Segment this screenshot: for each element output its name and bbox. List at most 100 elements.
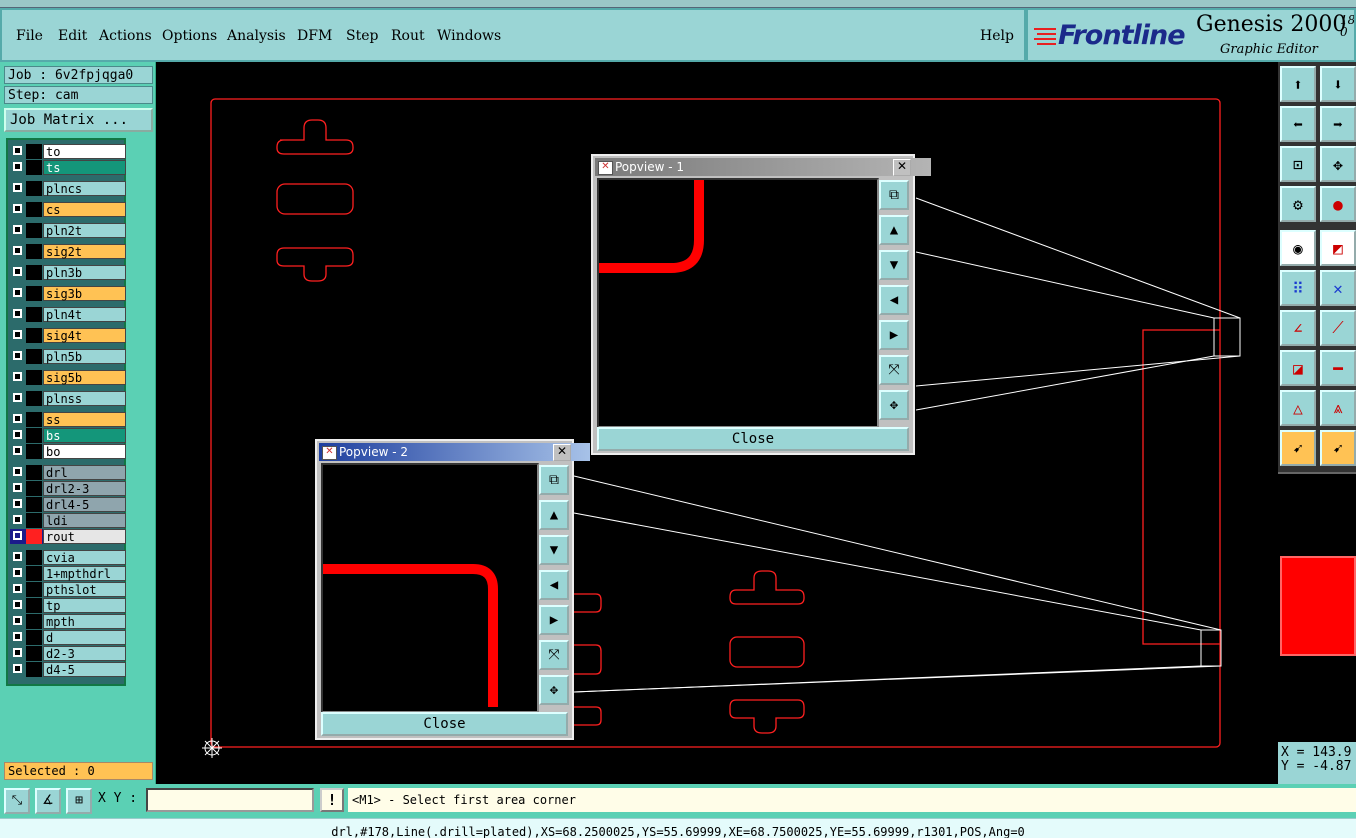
layer-checkbox[interactable] xyxy=(13,584,22,593)
layer-name[interactable]: drl4-5 xyxy=(43,497,126,512)
layer-color-swatch[interactable] xyxy=(26,428,42,443)
layer-row-plnss[interactable]: plnss xyxy=(10,391,126,406)
layer-name[interactable]: drl2-3 xyxy=(43,481,126,496)
layer-color-swatch[interactable] xyxy=(26,662,42,677)
layer-color-swatch[interactable] xyxy=(26,465,42,480)
layer-row-d[interactable]: d xyxy=(10,630,126,645)
layer-checkbox[interactable] xyxy=(13,225,22,234)
layer-checkbox[interactable] xyxy=(13,664,22,673)
layer-name[interactable]: plnss xyxy=(43,391,126,406)
popview-1-close-x-button[interactable]: ✕ xyxy=(893,159,911,176)
layer-color-swatch[interactable] xyxy=(26,497,42,512)
layer-row-sig4t[interactable]: sig4t xyxy=(10,328,126,343)
layer-name[interactable]: pln2t xyxy=(43,223,126,238)
layer-name[interactable]: bo xyxy=(43,444,126,459)
zoom-out-icon[interactable]: ⤧ xyxy=(539,640,569,670)
layer-row-drl[interactable]: drl xyxy=(10,465,126,480)
measure2-icon[interactable]: ⟋ xyxy=(1320,310,1356,346)
layer-row-bs[interactable]: bs xyxy=(10,428,126,443)
layer-checkbox[interactable] xyxy=(13,483,22,492)
layer-row-to[interactable]: to xyxy=(10,144,126,159)
layer-color-swatch[interactable] xyxy=(26,444,42,459)
layer-row-sig2t[interactable]: sig2t xyxy=(10,244,126,259)
layer-color-swatch[interactable] xyxy=(26,181,42,196)
zoom-center-icon[interactable]: ✥ xyxy=(1320,146,1356,182)
menu-help[interactable]: Help xyxy=(980,28,1014,44)
grid-icon[interactable]: ⊞ xyxy=(66,788,92,814)
layer-color-swatch[interactable] xyxy=(26,328,42,343)
layer-checkbox[interactable] xyxy=(13,499,22,508)
menu-windows[interactable]: Windows xyxy=(437,28,501,44)
layer-name[interactable]: pln5b xyxy=(43,349,126,364)
zoom-fit-icon[interactable]: ⊡ xyxy=(1280,146,1316,182)
layer-row-ts[interactable]: ts xyxy=(10,160,126,175)
pan-right-icon[interactable]: ▶ xyxy=(879,320,909,350)
layer-checkbox[interactable] xyxy=(13,246,22,255)
layer-color-swatch[interactable] xyxy=(26,529,42,544)
layer-row-plncs[interactable]: plncs xyxy=(10,181,126,196)
menu-actions[interactable]: Actions xyxy=(99,28,152,44)
pan-left-icon[interactable]: ⬅ xyxy=(1280,106,1316,142)
layer-row-pln2t[interactable]: pln2t xyxy=(10,223,126,238)
layer-checkbox[interactable] xyxy=(13,515,22,524)
layer-row-cs[interactable]: cs xyxy=(10,202,126,217)
layer-name[interactable]: cvia xyxy=(43,550,126,565)
layer-checkbox[interactable] xyxy=(13,648,22,657)
pan-right-icon[interactable]: ▶ xyxy=(539,605,569,635)
layer-row-pthslot[interactable]: pthslot xyxy=(10,582,126,597)
layer-color-swatch[interactable] xyxy=(26,223,42,238)
layer-name[interactable]: tp xyxy=(43,598,126,613)
layer-color-swatch[interactable] xyxy=(26,550,42,565)
layer-color-swatch[interactable] xyxy=(26,646,42,661)
select-pad-icon[interactable]: ◉ xyxy=(1280,230,1316,266)
layer-row-tp[interactable]: tp xyxy=(10,598,126,613)
layer-color-swatch[interactable] xyxy=(26,286,42,301)
layer-checkbox[interactable] xyxy=(13,467,22,476)
layer-row-1+mpthdrl[interactable]: 1+mpthdrl xyxy=(10,566,126,581)
layer-color-swatch[interactable] xyxy=(26,412,42,427)
pan-left-icon[interactable]: ◀ xyxy=(539,570,569,600)
layer-name[interactable]: ts xyxy=(43,160,126,175)
window-menu-icon[interactable]: ✕ xyxy=(598,161,613,175)
window-menu-icon[interactable]: ✕ xyxy=(322,446,337,460)
tools-icon[interactable]: ⚙ xyxy=(1280,186,1316,222)
layer-checkbox[interactable] xyxy=(13,309,22,318)
zoom-window-icon[interactable]: ⧉ xyxy=(539,465,569,495)
layer-name[interactable]: sig5b xyxy=(43,370,126,385)
layer-row-sig3b[interactable]: sig3b xyxy=(10,286,126,301)
layer-row-pln5b[interactable]: pln5b xyxy=(10,349,126,364)
layer-color-swatch[interactable] xyxy=(26,349,42,364)
pad-icon[interactable]: ◪ xyxy=(1280,350,1316,386)
layer-checkbox[interactable] xyxy=(13,393,22,402)
layer-checkbox[interactable] xyxy=(13,616,22,625)
layer-row-drl2-3[interactable]: drl2-3 xyxy=(10,481,126,496)
snap-icon[interactable]: ● xyxy=(1320,186,1356,222)
layer-checkbox[interactable] xyxy=(13,531,22,540)
layer-checkbox[interactable] xyxy=(13,414,22,423)
layer-checkbox[interactable] xyxy=(13,568,22,577)
popview-2-viewport[interactable] xyxy=(321,463,539,713)
layer-name[interactable]: d xyxy=(43,630,126,645)
layer-checkbox[interactable] xyxy=(13,446,22,455)
popview-2-close-x-button[interactable]: ✕ xyxy=(553,444,571,461)
layer-color-swatch[interactable] xyxy=(26,160,42,175)
layer-name[interactable]: 1+mpthdrl xyxy=(43,566,126,581)
layer-color-swatch[interactable] xyxy=(26,614,42,629)
layer-color-swatch[interactable] xyxy=(26,513,42,528)
layer-checkbox[interactable] xyxy=(13,267,22,276)
layer-color-swatch[interactable] xyxy=(26,630,42,645)
menu-options[interactable]: Options xyxy=(162,28,217,44)
layer-checkbox[interactable] xyxy=(13,372,22,381)
layer-row-ldi[interactable]: ldi xyxy=(10,513,126,528)
layer-name[interactable]: pthslot xyxy=(43,582,126,597)
pan-down-icon[interactable]: ▼ xyxy=(539,535,569,565)
layer-color-swatch[interactable] xyxy=(26,244,42,259)
layer-color-swatch[interactable] xyxy=(26,370,42,385)
layer-color-swatch[interactable] xyxy=(26,202,42,217)
menu-edit[interactable]: Edit xyxy=(58,28,87,44)
route-icon[interactable]: ⠿ xyxy=(1280,270,1316,306)
layer-name[interactable]: ldi xyxy=(43,513,126,528)
zoom-window-icon[interactable]: ⧉ xyxy=(879,180,909,210)
pointer-icon[interactable]: ➹ xyxy=(1280,430,1316,466)
layer-color-swatch[interactable] xyxy=(26,144,42,159)
